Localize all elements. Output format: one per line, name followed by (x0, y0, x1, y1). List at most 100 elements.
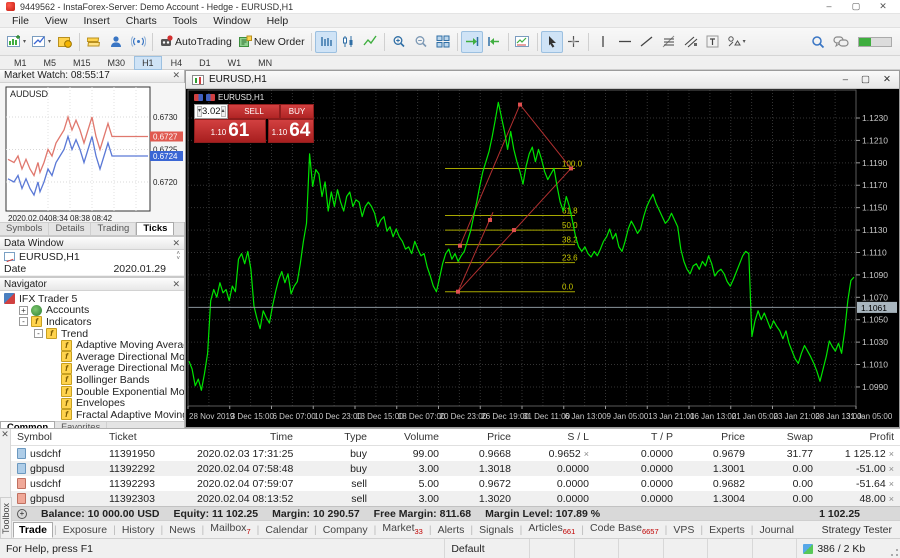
market-watch-close-icon[interactable]: ✕ (172, 70, 180, 81)
bottom-tab-mailbox[interactable]: Mailbox7 (205, 521, 255, 537)
table-row[interactable]: usdchf113922932020.02.04 07:59:07sell5.0… (11, 476, 900, 491)
column-header-symbol[interactable]: Symbol (11, 431, 103, 443)
horizontal-line-tool-button[interactable] (614, 31, 636, 53)
new-chart-button[interactable]: ▾ (4, 31, 29, 53)
timeframe-m5[interactable]: M5 (36, 56, 65, 70)
collapse-icon[interactable]: - (19, 317, 28, 326)
chart-shift-button[interactable] (483, 31, 505, 53)
indicators-dialog-button[interactable] (512, 31, 534, 53)
vertical-line-tool-button[interactable] (592, 31, 614, 53)
status-profile[interactable]: Default (445, 539, 530, 558)
toolbox-vertical-tab[interactable]: Toolbox (0, 497, 12, 539)
objects-dropdown-icon[interactable]: ▾ (743, 38, 746, 45)
channel-tool-button[interactable] (680, 31, 702, 53)
column-header-time[interactable]: Time (191, 431, 299, 443)
bottom-tab-trade[interactable]: Trade (13, 522, 53, 538)
menu-item-window[interactable]: Window (205, 15, 258, 27)
tree-item-trend[interactable]: -fTrend (0, 328, 184, 340)
menu-item-insert[interactable]: Insert (76, 15, 118, 27)
tree-item-double-exponential-moving-av[interactable]: fDouble Exponential Moving Av (0, 386, 184, 398)
bottom-tab-code-base[interactable]: Code Base6657 (585, 521, 664, 537)
timeframe-w1[interactable]: W1 (220, 56, 250, 70)
tree-item-envelopes[interactable]: fEnvelopes (0, 397, 184, 409)
tree-item-accounts[interactable]: +Accounts (0, 305, 184, 317)
tile-windows-button[interactable] (432, 31, 454, 53)
volume-stepper[interactable]: ▾ 3.02 ▴ (194, 104, 228, 119)
close-position-icon[interactable]: × (889, 494, 894, 504)
tree-item-indicators[interactable]: -fIndicators (0, 316, 184, 328)
market-watch-tab-symbols[interactable]: Symbols (0, 223, 49, 235)
fibonacci-tool-button[interactable] (658, 31, 680, 53)
chart-close-button[interactable]: ✕ (883, 74, 891, 85)
data-folder-button[interactable] (54, 31, 76, 53)
auto-scroll-button[interactable] (461, 31, 483, 53)
crosshair-button[interactable] (563, 31, 585, 53)
new-chart-dropdown-icon[interactable]: ▾ (23, 38, 26, 45)
data-window-title-bar[interactable]: Data Window ✕ (0, 237, 184, 250)
window-maximize-button[interactable]: ▢ (851, 1, 861, 12)
menu-item-help[interactable]: Help (259, 15, 297, 27)
menu-item-file[interactable]: File (4, 15, 37, 27)
resize-grip[interactable] (888, 539, 900, 558)
tree-item-bollinger-bands[interactable]: fBollinger Bands (0, 374, 184, 386)
community-button[interactable] (105, 31, 127, 53)
tree-item-fractal-adaptive-moving-aver[interactable]: fFractal Adaptive Moving Aver (0, 409, 184, 421)
close-position-icon[interactable]: × (889, 479, 894, 489)
menu-item-view[interactable]: View (37, 15, 76, 27)
bottom-tab-alerts[interactable]: Alerts (433, 523, 470, 537)
profiles-button[interactable]: ▾ (29, 31, 54, 53)
menu-item-charts[interactable]: Charts (118, 15, 165, 27)
close-position-icon[interactable]: × (889, 449, 894, 459)
zoom-in-button[interactable] (388, 31, 410, 53)
bars-chart-button[interactable] (315, 31, 337, 53)
bottom-tab-company[interactable]: Company (318, 523, 373, 537)
column-header-ticket[interactable]: Ticket (103, 431, 191, 443)
column-header-sl[interactable]: S / L (517, 431, 595, 443)
trendline-tool-button[interactable] (636, 31, 658, 53)
timeframe-mn[interactable]: MN (250, 56, 280, 70)
window-minimize-button[interactable]: – (824, 1, 834, 12)
expand-icon[interactable]: + (19, 306, 28, 315)
timeframe-m30[interactable]: M30 (100, 56, 134, 70)
objects-dropdown-button[interactable]: ▾ (724, 31, 749, 53)
table-row[interactable]: gbpusd113923032020.02.04 08:13:52sell3.0… (11, 491, 900, 506)
chat-icon[interactable] (833, 35, 850, 48)
bottom-tab-news[interactable]: News (164, 523, 200, 537)
zoom-out-button[interactable] (410, 31, 432, 53)
market-watch-button[interactable] (83, 31, 105, 53)
table-row[interactable]: gbpusd113922922020.02.04 07:58:48buy3.00… (11, 461, 900, 476)
bottom-tab-exposure[interactable]: Exposure (58, 523, 112, 537)
menu-item-tools[interactable]: Tools (165, 15, 206, 27)
navigator-close-icon[interactable]: ✕ (172, 279, 180, 290)
column-header-price[interactable]: Price (679, 431, 751, 443)
toolbox-close-icon[interactable]: ✕ (1, 429, 9, 439)
bottom-tab-articles[interactable]: Articles661 (523, 521, 580, 537)
timeframe-m15[interactable]: M15 (65, 56, 99, 70)
sell-price-panel[interactable]: 1.10 61 (194, 119, 266, 143)
timeframe-m1[interactable]: M1 (6, 56, 35, 70)
buy-button[interactable]: BUY (280, 104, 314, 119)
candles-chart-button[interactable] (337, 31, 359, 53)
bottom-tab-calendar[interactable]: Calendar (260, 523, 313, 537)
search-icon[interactable] (811, 35, 825, 49)
timeframe-h1[interactable]: H1 (134, 56, 162, 70)
data-window-close-icon[interactable]: ✕ (172, 238, 180, 249)
market-watch-title-bar[interactable]: Market Watch: 08:55:17 ✕ (0, 70, 184, 83)
column-header-tp[interactable]: T / P (595, 431, 679, 443)
strategy-tester-label[interactable]: Strategy Tester (822, 524, 900, 536)
bottom-tab-signals[interactable]: Signals (474, 523, 518, 537)
column-header-swap[interactable]: Swap (751, 431, 819, 443)
window-close-button[interactable]: ✕ (878, 1, 888, 12)
column-header-price[interactable]: Price (445, 431, 517, 443)
signals-button[interactable] (127, 31, 149, 53)
close-position-icon[interactable]: × (889, 464, 894, 474)
navigator-title-bar[interactable]: Navigator ✕ (0, 278, 184, 291)
data-window-symbol-row[interactable]: EURUSD,H1 ˄˅ (0, 250, 184, 263)
new-order-button[interactable]: New Order (235, 31, 308, 53)
tree-item-adaptive-moving-average[interactable]: fAdaptive Moving Average (0, 339, 184, 351)
volume-value[interactable]: 3.02 (202, 106, 221, 117)
tree-item-average-directional-movement[interactable]: fAverage Directional Movement (0, 363, 184, 375)
chart-client-area[interactable]: 0.023.638.250.061.8100.01.12301.12101.11… (186, 89, 899, 427)
column-header-type[interactable]: Type (299, 431, 373, 443)
collapse-icon[interactable]: - (34, 329, 43, 338)
